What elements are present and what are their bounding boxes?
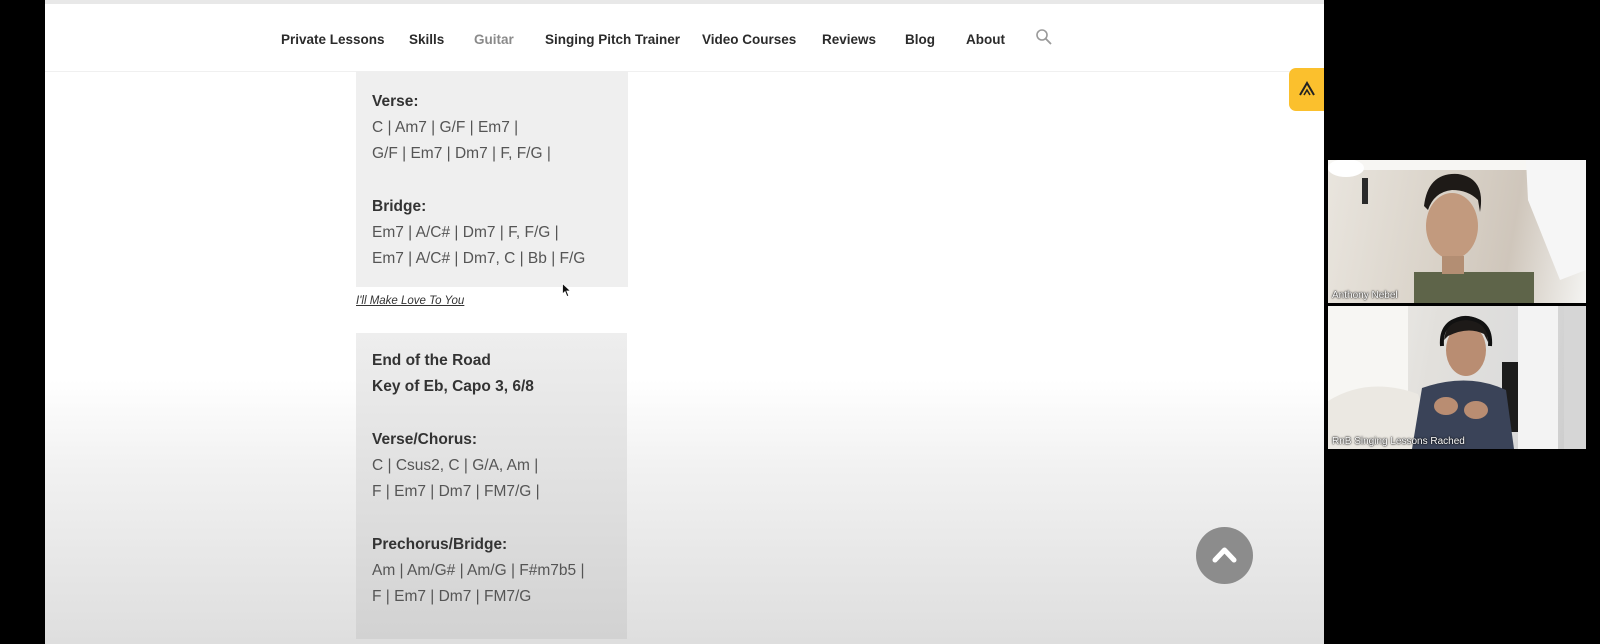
floating-widget-tab[interactable] bbox=[1289, 68, 1324, 111]
chord-line: Em7 | A/C# | Dm7 | F, F/G | bbox=[372, 224, 559, 241]
nav-video-courses[interactable]: Video Courses bbox=[702, 32, 796, 47]
nav-private-lessons[interactable]: Private Lessons bbox=[281, 32, 385, 47]
search-icon[interactable] bbox=[1035, 28, 1055, 48]
song-key: Key of Eb, Capo 3, 6/8 bbox=[372, 378, 534, 395]
mouse-cursor-icon bbox=[562, 283, 572, 298]
chord-chart-box: End of the Road Key of Eb, Capo 3, 6/8 V… bbox=[356, 333, 627, 639]
participant-name: Anthony Nebel bbox=[1332, 290, 1398, 301]
prechorus-bridge-heading: Prechorus/Bridge: bbox=[372, 536, 508, 553]
verse-chorus-heading: Verse/Chorus: bbox=[372, 431, 478, 448]
chord-chart-box: Verse: C | Am7 | G/F | Em7 | G/F | Em7 |… bbox=[356, 71, 628, 287]
participant-video-image bbox=[1328, 160, 1586, 303]
chord-line: F | Em7 | Dm7 | FM7/G | bbox=[372, 483, 540, 500]
nav-guitar[interactable]: Guitar bbox=[474, 32, 514, 47]
nav-skills[interactable]: Skills bbox=[409, 32, 444, 47]
chord-line: G/F | Em7 | Dm7 | F, F/G | bbox=[372, 145, 551, 162]
chord-line: C | Csus2, C | G/A, Am | bbox=[372, 457, 539, 474]
chord-line: Em7 | A/C# | Dm7, C | Bb | F/G bbox=[372, 250, 586, 267]
nav-singing-pitch-trainer[interactable]: Singing Pitch Trainer bbox=[545, 32, 680, 47]
nav-blog[interactable]: Blog bbox=[905, 32, 935, 47]
video-tile[interactable]: RnB Singing Lessons Rached bbox=[1328, 306, 1586, 449]
nav-about[interactable]: About bbox=[966, 32, 1005, 47]
song-title: End of the Road bbox=[372, 352, 491, 369]
website: Private Lessons Skills Guitar Singing Pi… bbox=[45, 0, 1324, 644]
participant-video-image bbox=[1328, 306, 1586, 449]
bridge-heading: Bridge: bbox=[372, 198, 427, 215]
top-navigation: Private Lessons Skills Guitar Singing Pi… bbox=[45, 4, 1324, 72]
verse-heading: Verse: bbox=[372, 93, 419, 110]
scroll-to-top-button[interactable] bbox=[1196, 527, 1253, 584]
chevron-up-logo-icon bbox=[1299, 81, 1315, 96]
nav-reviews[interactable]: Reviews bbox=[822, 32, 876, 47]
chevron-up-icon bbox=[1212, 547, 1237, 563]
song-link[interactable]: I'll Make Love To You bbox=[356, 295, 464, 307]
video-tile[interactable]: Anthony Nebel bbox=[1328, 160, 1586, 303]
chord-line: Am | Am/G# | Am/G | F#m7b5 | bbox=[372, 562, 585, 579]
chord-line: F | Em7 | Dm7 | FM7/G bbox=[372, 588, 532, 605]
participant-name: RnB Singing Lessons Rached bbox=[1332, 436, 1465, 447]
chord-line: C | Am7 | G/F | Em7 | bbox=[372, 119, 519, 136]
